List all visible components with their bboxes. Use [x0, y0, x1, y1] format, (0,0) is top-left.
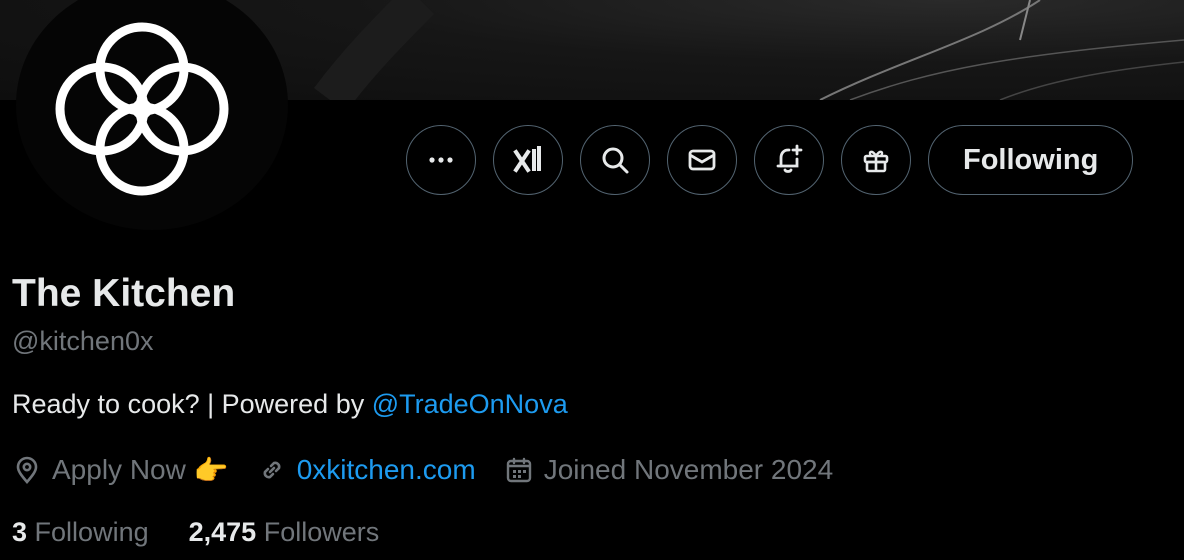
avatar[interactable]: [16, 0, 288, 230]
gift-icon: [863, 150, 889, 173]
more-icon: [429, 157, 453, 163]
joined-date: Joined November 2024: [543, 454, 834, 485]
follow-stats: 3 Following 2,475 Followers: [12, 517, 419, 548]
followers-label: Followers: [263, 517, 380, 547]
following-stat[interactable]: 3 Following: [12, 517, 149, 548]
gift-button[interactable]: [841, 125, 911, 195]
search-icon: [602, 147, 629, 174]
grok-button[interactable]: [493, 125, 563, 195]
kitchen-logo-icon: [55, 22, 229, 196]
message-icon: [688, 149, 716, 171]
location-text: Apply Now: [52, 454, 186, 485]
user-handle: @kitchen0x: [12, 326, 154, 356]
bio-text: Ready to cook? | Powered by: [12, 389, 372, 419]
following-button[interactable]: Following: [928, 125, 1134, 195]
grok-icon: [513, 146, 541, 173]
more-button[interactable]: [406, 125, 476, 195]
followers-stat[interactable]: 2,475 Followers: [189, 517, 380, 548]
search-button[interactable]: [580, 125, 650, 195]
notify-bell-icon: [776, 144, 803, 173]
link-icon: [263, 461, 281, 479]
followers-count: 2,475: [188, 517, 257, 547]
pointing-hand-emoji: 👉: [193, 454, 229, 486]
bio-mention-link[interactable]: @TradeOnNova: [372, 389, 568, 419]
website-link[interactable]: 0xkitchen.com: [297, 454, 476, 486]
profile-bio: Ready to cook? | Powered by @TradeOnNova: [12, 389, 568, 420]
joined-item: Joined November 2024: [504, 454, 834, 486]
message-button[interactable]: [667, 125, 737, 195]
calendar-icon: [506, 457, 531, 483]
location-pin-icon: [16, 456, 38, 484]
profile-meta: Apply Now 👉 0xkitchen.com Joined Novembe…: [12, 450, 861, 490]
location-item: Apply Now 👉: [12, 454, 229, 487]
website-item: 0xkitchen.com: [257, 454, 476, 486]
profile-actions: Following: [406, 125, 1134, 195]
following-count: 3: [12, 517, 28, 547]
following-label: Following: [34, 517, 149, 547]
notify-button[interactable]: [754, 125, 824, 195]
display-name: The Kitchen: [12, 272, 236, 315]
